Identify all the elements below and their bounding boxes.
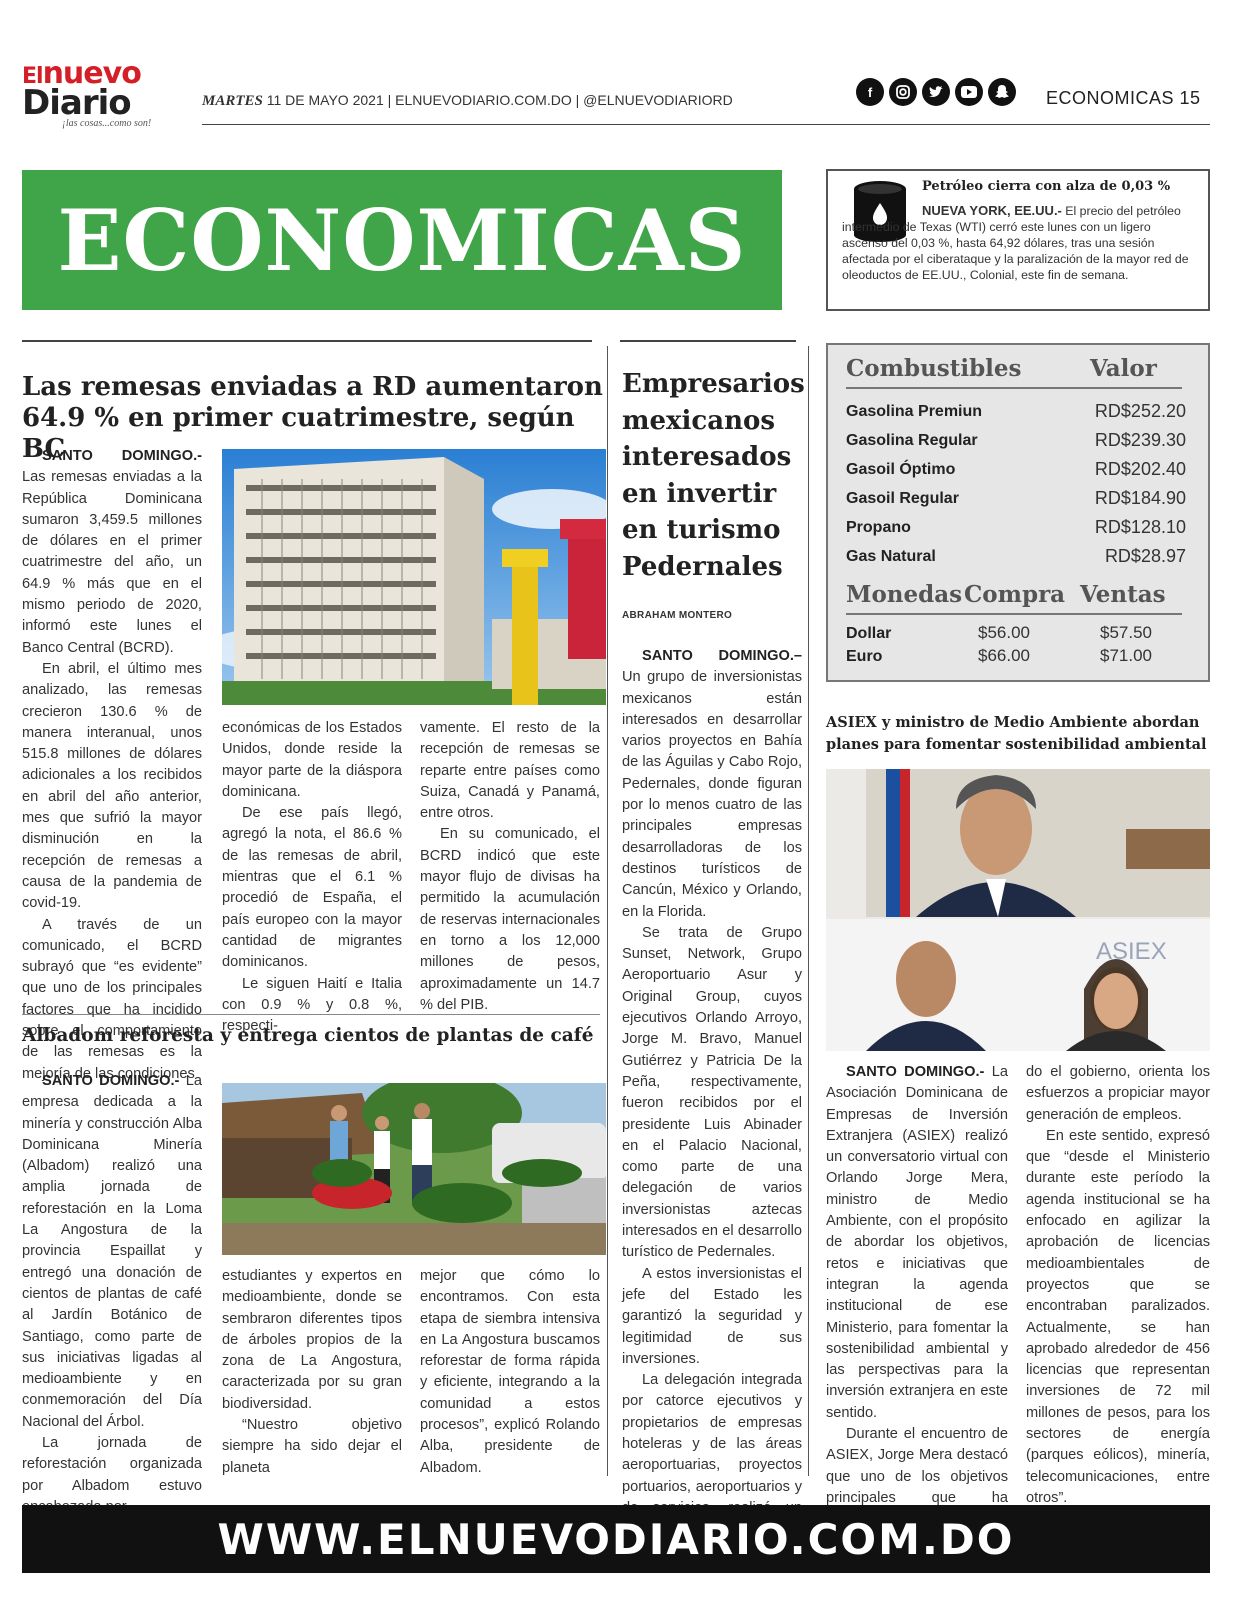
albadom-photo — [222, 1083, 606, 1255]
remesas-col1-p1: Las remesas enviadas a la República Domi… — [22, 469, 202, 656]
fuel-name: Gasoil Óptimo — [846, 461, 956, 478]
vrule-1 — [607, 346, 608, 1476]
remesas-col2-p2: De ese país llegó, agregó la nota, el 86… — [222, 805, 402, 971]
banco-central-photo — [222, 449, 606, 705]
fuel-value: RD$184.90 — [1094, 488, 1186, 508]
fuel-header-rule — [846, 387, 1182, 389]
fuel-name: Gasoil Regular — [846, 490, 959, 507]
oil-brief-box: Petróleo cierra con alza de 0,03 % NUEVA… — [826, 169, 1210, 311]
footer-url[interactable]: WWW.ELNUEVODIARIO.COM.DO — [218, 1515, 1015, 1564]
dateline-day: MARTES — [202, 93, 263, 109]
remesas-col-1: SANTO DOMINGO.- Las remesas enviadas a l… — [22, 446, 202, 1085]
remesas-col3-p1: vamente. El resto de la recepción de rem… — [420, 720, 600, 822]
turismo-byline: ABRAHAM MONTERO — [622, 610, 733, 621]
social-icons: f — [856, 78, 1016, 106]
remesas-col3-p2: En su comunicado, el BCRD indicó que est… — [420, 826, 600, 1013]
currency-header-sell: Ventas — [1080, 581, 1166, 608]
currency-sell: $57.50 — [1100, 623, 1152, 642]
oil-brief-kicker: NUEVA YORK, EE.UU.- — [922, 203, 1062, 218]
rule-left — [22, 340, 592, 342]
remesas-col1-p3: A través de un comunicado, el BCRD subra… — [22, 916, 202, 1082]
albadom-col1-p1: La empresa dedicada a la minería y const… — [22, 1073, 202, 1430]
dateline: MARTES 11 DE MAYO 2021 | ELNUEVODIARIO.C… — [202, 92, 733, 110]
albadom-kicker: SANTO DOMINGO.- — [42, 1073, 180, 1089]
page-section-label: ECONOMICAS 15 — [1046, 88, 1201, 108]
currency-name: Euro — [846, 648, 883, 665]
fuel-row: Gasoil Regular RD$184.90 — [846, 488, 1186, 508]
currency-buy: $66.00 — [978, 646, 1030, 665]
rule-middle — [620, 340, 796, 342]
fuel-value: RD$202.40 — [1094, 459, 1186, 479]
footer-banner[interactable]: WWW.ELNUEVODIARIO.COM.DO — [22, 1505, 1210, 1573]
section-banner: ECONOMICAS — [22, 170, 782, 310]
albadom-col2-p1: estudiantes y expertos en medioambiente,… — [222, 1268, 402, 1412]
fuel-value: RD$239.30 — [1094, 430, 1186, 450]
fuel-name: Gasolina Premiun — [846, 403, 983, 420]
remesas-col1-p2: En abril, el último mes analizado, las r… — [22, 660, 202, 912]
albadom-headline: Albadom reforesta y entrega cientos de p… — [22, 1025, 594, 1046]
asiex-headline: ASIEX y ministro de Medio Ambiente abord… — [826, 714, 1207, 753]
albadom-col-2: estudiantes y expertos en medioambiente,… — [222, 1266, 402, 1479]
oil-brief-body: NUEVA YORK, EE.UU.- El precio del petról… — [842, 203, 1194, 283]
oil-brief-title: Petróleo cierra con alza de 0,03 % — [922, 179, 1171, 194]
dateline-text: 11 DE MAYO 2021 | ELNUEVODIARIO.COM.DO |… — [262, 92, 733, 108]
currency-row: Dollar $56.00 $57.50 — [846, 623, 1186, 643]
instagram-icon[interactable] — [889, 78, 917, 106]
turismo-p1: Un grupo de inversionistas mexicanos est… — [622, 669, 802, 920]
remesas-col2-p1: económicas de los Estados Unidos, donde … — [222, 720, 402, 800]
asiex-meeting-photo: ASIEX — [826, 769, 1210, 1051]
fuel-row: Gas Natural RD$28.97 — [846, 546, 1186, 566]
albadom-col-3: mejor que cómo lo encontramos. Con esta … — [420, 1266, 600, 1479]
twitter-icon[interactable] — [922, 78, 950, 106]
turismo-headline: Empresarios mexicanos interesados en inv… — [622, 369, 805, 582]
fuel-value: RD$128.10 — [1094, 517, 1186, 537]
vrule-2 — [808, 346, 809, 1476]
albadom-col-1: SANTO DOMINGO.- La empresa dedicada a la… — [22, 1071, 202, 1518]
header-rule — [202, 124, 1210, 125]
currency-row: Euro $66.00 $71.00 — [846, 646, 1186, 666]
fuel-row: Propano RD$128.10 — [846, 517, 1186, 537]
turismo-column: SANTO DOMINGO.– Un grupo de inversionist… — [622, 646, 802, 1562]
asiex-kicker: SANTO DOMINGO.- — [846, 1064, 985, 1080]
currency-name: Dollar — [846, 625, 892, 642]
fuel-row: Gasoil Óptimo RD$202.40 — [846, 459, 1186, 479]
fuel-value: RD$28.97 — [1104, 546, 1186, 566]
newspaper-logo[interactable]: Elnuevo Diario ¡las cosas...como son! — [22, 59, 174, 130]
turismo-p3: A estos inversionistas el jefe del Estad… — [622, 1265, 802, 1367]
asiex-col1-p1: La Asociación Dominicana de Empresas de … — [826, 1064, 1008, 1421]
facebook-icon[interactable]: f — [856, 78, 884, 106]
asiex-col2-p2: En este sentido, expresó que “desde el M… — [1026, 1127, 1210, 1506]
fuel-row: Gasolina Regular RD$239.30 — [846, 430, 1186, 450]
fuel-value: RD$252.20 — [1094, 401, 1186, 421]
fuel-name: Gasolina Regular — [846, 432, 978, 449]
fuel-header-name: Combustibles — [846, 355, 1022, 382]
asiex-col2-p1: do el gobierno, orienta los esfuerzos a … — [1026, 1064, 1210, 1123]
remesas-col-2: económicas de los Estados Unidos, donde … — [222, 718, 402, 1037]
asiex-col-1: SANTO DOMINGO.- La Asociación Dominicana… — [826, 1062, 1008, 1531]
fuel-name: Gas Natural — [846, 548, 936, 565]
remesas-kicker: SANTO DOMINGO.- — [42, 448, 202, 464]
fuel-prices-table: Combustibles Valor Gasolina Premiun RD$25… — [826, 343, 1210, 682]
logo-diario: Diario — [22, 83, 132, 123]
turismo-p2: Se trata de Grupo Sunset, Network, Grupo… — [622, 924, 802, 1261]
currency-sell: $71.00 — [1100, 646, 1152, 665]
section-title: ECONOMICAS — [57, 190, 747, 290]
fuel-row: Gasolina Premiun RD$252.20 — [846, 401, 1186, 421]
currency-header-rule — [846, 613, 1182, 615]
currency-buy: $56.00 — [978, 623, 1030, 642]
fuel-header-value: Valor — [1090, 355, 1157, 382]
albadom-col2-p2: “Nuestro objetivo siempre ha sido dejar … — [222, 1417, 402, 1476]
fuel-name: Propano — [846, 519, 911, 536]
asiex-photo-sign: ASIEX — [1096, 938, 1167, 965]
turismo-kicker: SANTO DOMINGO.– — [642, 648, 802, 664]
remesas-col-3: vamente. El resto de la recepción de rem… — [420, 718, 600, 1016]
currency-header-buy: Compra — [964, 581, 1066, 608]
snapchat-icon[interactable] — [988, 78, 1016, 106]
asiex-col-2: do el gobierno, orienta los esfuerzos a … — [1026, 1062, 1210, 1509]
albadom-col3-p1: mejor que cómo lo encontramos. Con esta … — [420, 1268, 600, 1476]
currency-header-name: Monedas — [846, 581, 963, 608]
youtube-icon[interactable] — [955, 78, 983, 106]
